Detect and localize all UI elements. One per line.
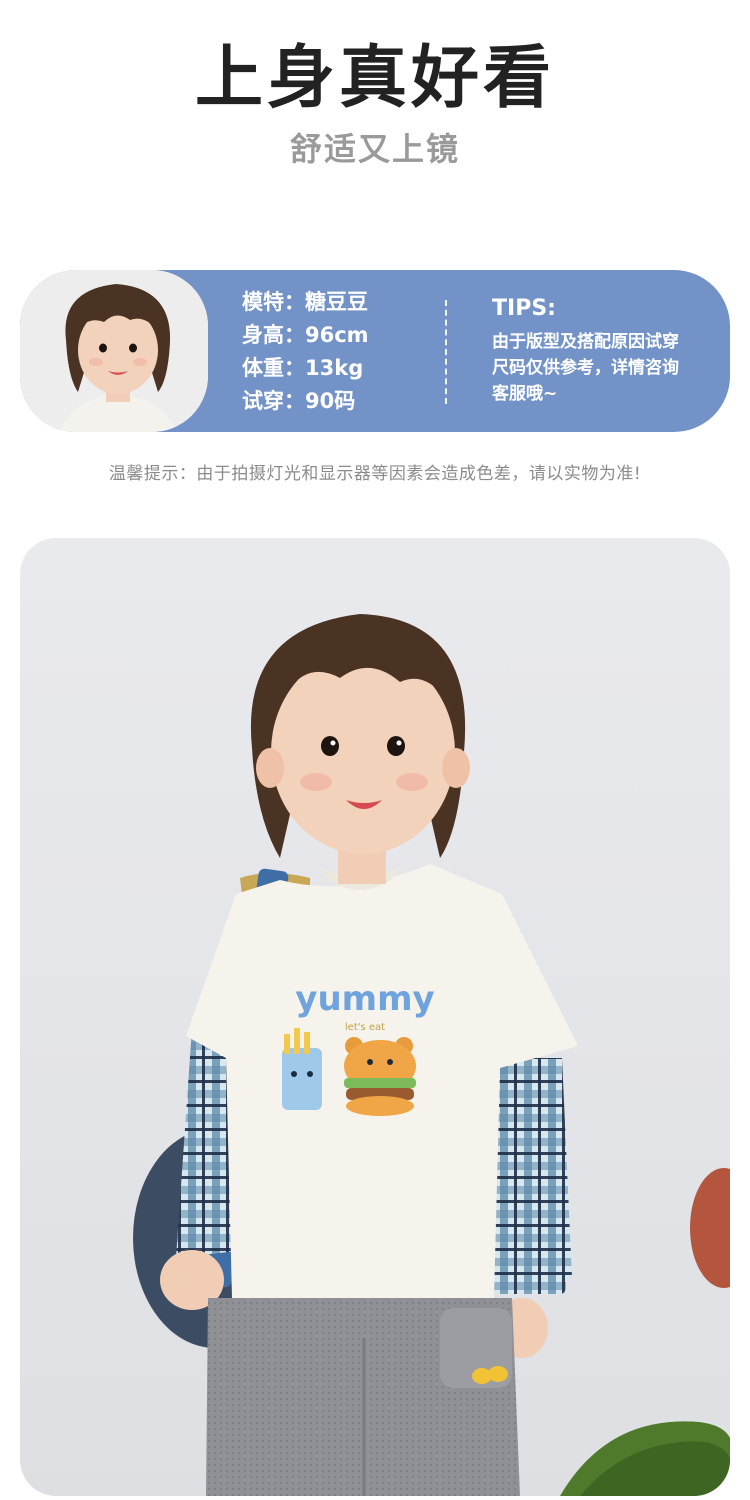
page-subtitle: 舒适又上镜 xyxy=(289,130,460,168)
model-portrait xyxy=(20,270,208,432)
print-subtext: let's eat xyxy=(345,1022,385,1033)
burger-character xyxy=(344,1037,416,1116)
model-specs: 模特：糖豆豆 身高：96cm 体重：13kg 试穿：90码 xyxy=(242,286,369,418)
spec-row-model: 模特：糖豆豆 xyxy=(242,290,368,314)
spec-row-size: 试穿：90码 xyxy=(242,389,356,413)
model-info-card: 模特：糖豆豆 身高：96cm 体重：13kg 试穿：90码 TIPS: 由于版型… xyxy=(20,270,730,432)
product-photo-illustration: yummy let's eat xyxy=(133,614,730,1496)
main-product-photo: yummy let's eat xyxy=(20,538,730,1496)
tips-body: 由于版型及搭配原因试穿 尺码仅供参考，详情咨询 客服哦~ xyxy=(492,332,679,404)
page-title: 上身真好看 xyxy=(194,39,555,118)
spec-row-height: 身高：96cm xyxy=(242,323,369,347)
spec-row-weight: 体重：13kg xyxy=(242,356,364,380)
print-text: yummy xyxy=(295,979,434,1019)
dashed-divider xyxy=(445,300,447,404)
color-notice: 温馨提示：由于拍摄灯光和显示器等因素会造成色差，请以实物为准! xyxy=(108,464,642,484)
model-portrait-illustration xyxy=(20,270,208,432)
tips-title: TIPS: xyxy=(492,296,556,321)
